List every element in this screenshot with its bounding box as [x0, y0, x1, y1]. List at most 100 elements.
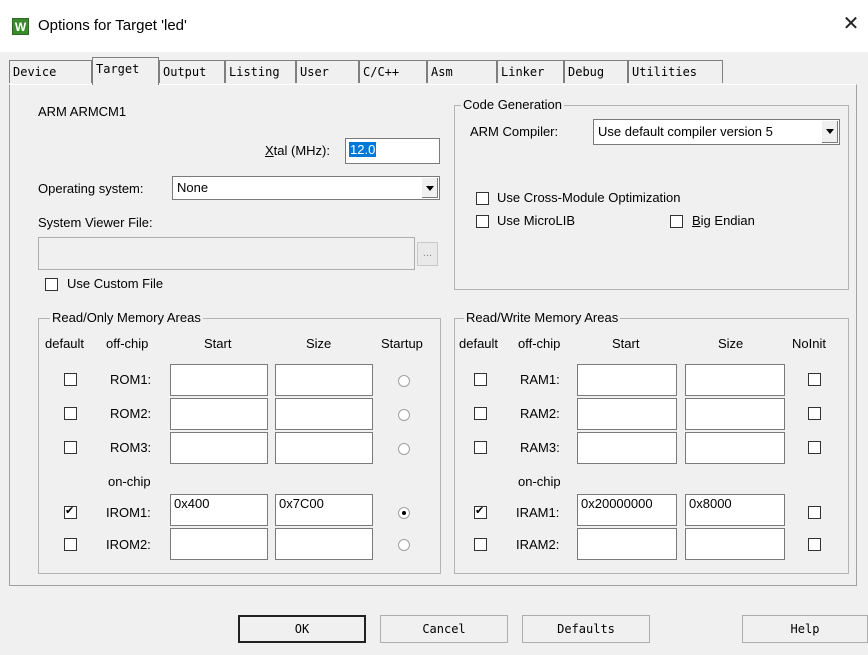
compiler-select[interactable]: Use default compiler version 5	[593, 119, 840, 145]
svf-browse-button[interactable]: ...	[417, 242, 438, 266]
tab-cpp[interactable]: C/C++	[359, 60, 427, 83]
defaults-button[interactable]: Defaults	[522, 615, 650, 643]
ram3-default-checkbox[interactable]	[474, 441, 487, 454]
irom2-start-input[interactable]	[170, 528, 268, 560]
ram2-noinit-checkbox[interactable]	[808, 407, 821, 420]
tab-device[interactable]: Device	[9, 60, 92, 83]
ram2-size-input[interactable]	[685, 398, 785, 430]
ram-header-size: Size	[718, 336, 744, 351]
ram2-label: RAM2:	[520, 406, 560, 421]
chevron-down-icon[interactable]	[421, 178, 438, 198]
iram2-default-checkbox[interactable]	[474, 538, 487, 551]
xtal-input[interactable]: 12.0	[345, 138, 440, 164]
rom2-size-input[interactable]	[275, 398, 373, 430]
big-endian-checkbox[interactable]	[670, 215, 683, 228]
ram1-noinit-checkbox[interactable]	[808, 373, 821, 386]
irom2-startup-radio[interactable]	[398, 539, 410, 551]
os-label: Operating system:	[38, 181, 144, 196]
ram3-size-input[interactable]	[685, 432, 785, 464]
rom2-default-checkbox[interactable]	[64, 407, 77, 420]
ram1-label: RAM1:	[520, 372, 560, 387]
svf-input[interactable]	[38, 237, 415, 270]
tab-linker[interactable]: Linker	[497, 60, 564, 83]
tab-target[interactable]: Target	[92, 57, 159, 85]
rom1-start-input[interactable]	[170, 364, 268, 396]
irom1-startup-radio[interactable]	[398, 507, 410, 519]
iram2-noinit-checkbox[interactable]	[808, 538, 821, 551]
rom-onchip-label: on-chip	[108, 474, 151, 489]
irom2-size-input[interactable]	[275, 528, 373, 560]
ram1-start-input[interactable]	[577, 364, 677, 396]
use-custom-file-checkbox[interactable]	[45, 278, 58, 291]
tab-output[interactable]: Output	[159, 60, 225, 83]
rom-header-size: Size	[306, 336, 332, 351]
device-name: ARM ARMCM1	[38, 104, 127, 119]
help-button[interactable]: Help	[742, 615, 868, 643]
title-bar: W Options for Target 'led' ✕	[0, 0, 868, 52]
ram3-start-input[interactable]	[577, 432, 677, 464]
irom1-label: IROM1:	[106, 505, 151, 520]
ram3-label: RAM3:	[520, 440, 560, 455]
iram1-noinit-checkbox[interactable]	[808, 506, 821, 519]
ram1-size-input[interactable]	[685, 364, 785, 396]
cross-module-checkbox[interactable]	[476, 192, 489, 205]
tab-debug[interactable]: Debug	[564, 60, 628, 83]
rom2-start-input[interactable]	[170, 398, 268, 430]
svf-label: System Viewer File:	[38, 215, 153, 230]
rom1-label: ROM1:	[110, 372, 152, 387]
ram-header-default: default	[459, 336, 499, 351]
rom-header-start: Start	[204, 336, 232, 351]
rom-header-offchip: off-chip	[106, 336, 149, 351]
xtal-value: 12.0	[349, 142, 377, 157]
ram-onchip-label: on-chip	[518, 474, 561, 489]
microlib-label: Use MicroLIB	[497, 213, 576, 228]
rom3-size-input[interactable]	[275, 432, 373, 464]
compiler-label: ARM Compiler:	[470, 124, 559, 139]
rom2-label: ROM2:	[110, 406, 152, 421]
cross-module-label: Use Cross-Module Optimization	[497, 190, 681, 205]
cancel-button[interactable]: Cancel	[380, 615, 508, 643]
os-select[interactable]: None	[172, 176, 440, 200]
rom3-start-input[interactable]	[170, 432, 268, 464]
ram2-start-input[interactable]	[577, 398, 677, 430]
iram1-start-input[interactable]: 0x20000000	[577, 494, 677, 526]
rom-group-title: Read/Only Memory Areas	[50, 310, 203, 325]
iram2-size-input[interactable]	[685, 528, 785, 560]
rom1-size-input[interactable]	[275, 364, 373, 396]
tab-asm[interactable]: Asm	[427, 60, 497, 83]
chevron-down-icon[interactable]	[821, 121, 838, 143]
iram1-size-input[interactable]: 0x8000	[685, 494, 785, 526]
rom1-startup-radio[interactable]	[398, 375, 410, 387]
rom2-startup-radio[interactable]	[398, 409, 410, 421]
rom-header-startup: Startup	[381, 336, 423, 351]
use-custom-file-label: Use Custom File	[67, 276, 164, 291]
irom1-default-checkbox[interactable]	[64, 504, 77, 519]
tab-listing[interactable]: Listing	[225, 60, 296, 83]
iram2-label: IRAM2:	[516, 537, 560, 552]
iram1-default-checkbox[interactable]	[474, 504, 487, 519]
ram-header-start: Start	[612, 336, 640, 351]
app-icon: W	[12, 18, 29, 35]
irom2-default-checkbox[interactable]	[64, 538, 77, 551]
rom3-startup-radio[interactable]	[398, 443, 410, 455]
rom3-default-checkbox[interactable]	[64, 441, 77, 454]
ram-group-title: Read/Write Memory Areas	[464, 310, 621, 325]
ram3-noinit-checkbox[interactable]	[808, 441, 821, 454]
iram2-start-input[interactable]	[577, 528, 677, 560]
xtal-label: Xtal (MHz):	[265, 143, 331, 158]
window-title: Options for Target 'led'	[38, 17, 187, 34]
irom1-size-input[interactable]: 0x7C00	[275, 494, 373, 526]
big-endian-label: Big Endian	[692, 213, 755, 228]
tab-user[interactable]: User	[296, 60, 359, 83]
microlib-checkbox[interactable]	[476, 215, 489, 228]
rom-header-default: default	[45, 336, 85, 351]
rom1-default-checkbox[interactable]	[64, 373, 77, 386]
irom1-start-input[interactable]: 0x400	[170, 494, 268, 526]
ram2-default-checkbox[interactable]	[474, 407, 487, 420]
ok-button[interactable]: OK	[238, 615, 366, 643]
close-icon[interactable]: ✕	[838, 12, 864, 36]
tab-utilities[interactable]: Utilities	[628, 60, 723, 83]
ram-header-offchip: off-chip	[518, 336, 561, 351]
iram1-label: IRAM1:	[516, 505, 560, 520]
ram1-default-checkbox[interactable]	[474, 373, 487, 386]
